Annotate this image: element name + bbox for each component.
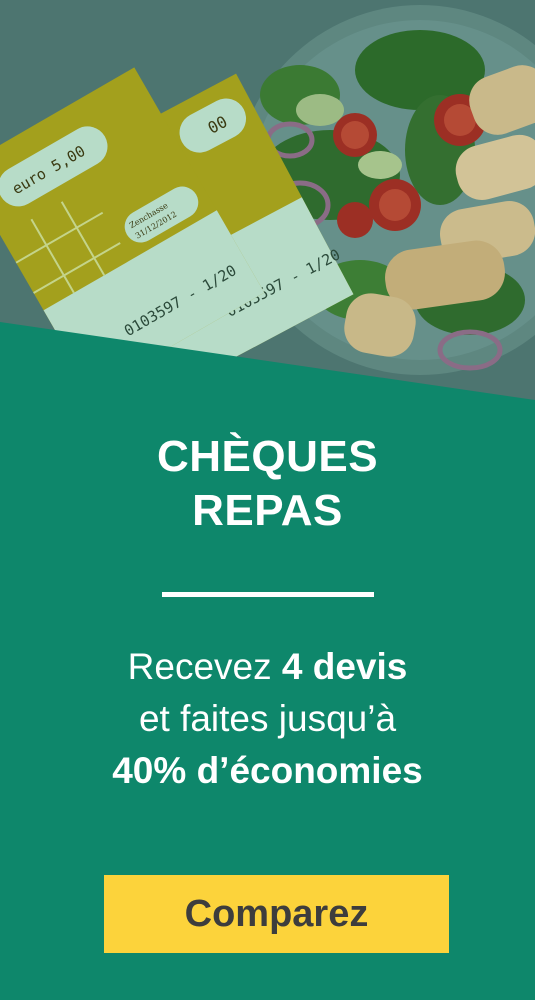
- offer-line-1-bold: 4 devis: [281, 646, 408, 687]
- main-content: CHÈQUES REPAS Recevez 4 devis et faites …: [0, 430, 535, 797]
- title-line-2: REPAS: [192, 486, 343, 535]
- page-title: CHÈQUES REPAS: [0, 430, 535, 538]
- offer-line-2: et faites jusqu’à: [138, 698, 397, 739]
- hero-image: 00 0103597 - 1/20 euro 5,00 Zenchasse 31…: [0, 0, 535, 420]
- offer-line-3-bold: 40% d’économies: [112, 750, 423, 791]
- divider: [161, 592, 374, 597]
- hero-illustration: 00 0103597 - 1/20 euro 5,00 Zenchasse 31…: [0, 0, 535, 420]
- offer-text: Recevez 4 devis et faites jusqu’à 40% d’…: [0, 641, 535, 797]
- title-line-1: CHÈQUES: [156, 432, 379, 481]
- offer-line-1-regular: Recevez: [127, 646, 282, 687]
- compare-button[interactable]: Comparez: [104, 875, 449, 953]
- offer-line-1: Recevez 4 devis: [0, 641, 535, 693]
- offer-line-3: 40% d’économies: [0, 745, 535, 797]
